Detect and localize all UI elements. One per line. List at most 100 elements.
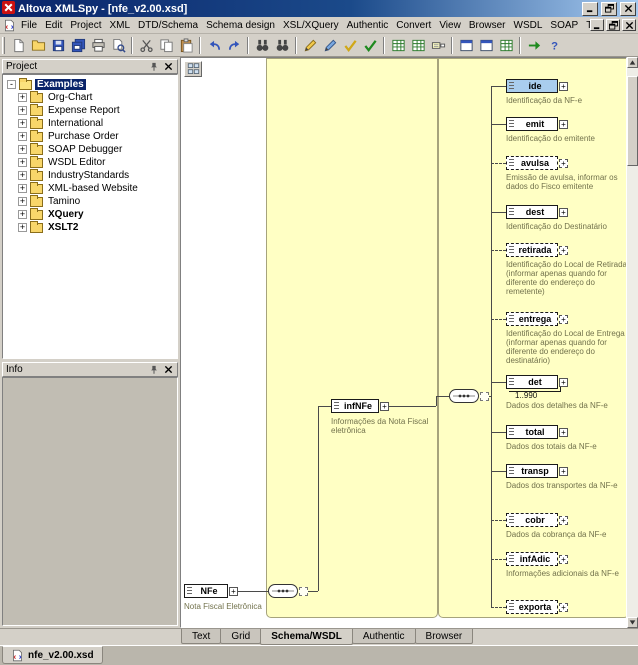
menu-project[interactable]: Project bbox=[66, 18, 105, 33]
info-panel-close-button[interactable] bbox=[162, 364, 174, 375]
menu-browser[interactable]: Browser bbox=[465, 18, 510, 33]
element-dest[interactable]: dest+ bbox=[506, 205, 558, 219]
expand-icon[interactable]: + bbox=[559, 555, 568, 564]
expander-icon[interactable]: - bbox=[7, 80, 16, 89]
expand-icon[interactable] bbox=[299, 587, 308, 596]
element-exporta[interactable]: exporta+ bbox=[506, 600, 558, 614]
project-item-xslt2[interactable]: +XSLT2 bbox=[3, 221, 177, 234]
project-item-expense-report[interactable]: +Expense Report bbox=[3, 104, 177, 117]
close-button[interactable] bbox=[620, 2, 636, 16]
element-emit[interactable]: emit+ bbox=[506, 117, 558, 131]
schema-design-button[interactable] bbox=[428, 35, 448, 55]
sequence-compositor[interactable] bbox=[449, 389, 479, 403]
view-tab-browser[interactable]: Browser bbox=[415, 629, 474, 644]
project-item-international[interactable]: +International bbox=[3, 117, 177, 130]
save-all-button[interactable] bbox=[68, 35, 88, 55]
project-item-xquery[interactable]: +XQuery bbox=[3, 208, 177, 221]
project-window-button[interactable] bbox=[456, 35, 476, 55]
expand-icon[interactable]: + bbox=[380, 402, 389, 411]
find-button[interactable] bbox=[252, 35, 272, 55]
grid-view-button[interactable] bbox=[388, 35, 408, 55]
expand-icon[interactable]: + bbox=[559, 159, 568, 168]
view-tab-authentic[interactable]: Authentic bbox=[352, 629, 416, 644]
print-button[interactable] bbox=[88, 35, 108, 55]
edit-pencil-button[interactable] bbox=[300, 35, 320, 55]
menu-convert[interactable]: Convert bbox=[392, 18, 435, 33]
expander-icon[interactable]: + bbox=[18, 145, 27, 154]
element-NFe[interactable]: NFe + bbox=[184, 584, 228, 598]
menu-edit[interactable]: Edit bbox=[41, 18, 66, 33]
restore-button[interactable] bbox=[601, 2, 617, 16]
expand-icon[interactable]: + bbox=[559, 378, 568, 387]
view-tab-text[interactable]: Text bbox=[181, 629, 221, 644]
redo-button[interactable] bbox=[224, 35, 244, 55]
schema-diagram[interactable]: NFe + Nota Fiscal Eletrônica infNFe + In… bbox=[180, 57, 627, 628]
find-next-button[interactable] bbox=[272, 35, 292, 55]
expand-icon[interactable]: + bbox=[559, 208, 568, 217]
project-item-industrystandards[interactable]: +IndustryStandards bbox=[3, 169, 177, 182]
vertical-scrollbar[interactable] bbox=[627, 57, 638, 628]
expand-icon[interactable]: + bbox=[559, 467, 568, 476]
expander-icon[interactable]: + bbox=[18, 132, 27, 141]
menu-wsdl[interactable]: WSDL bbox=[510, 18, 547, 33]
menu-soap[interactable]: SOAP bbox=[546, 18, 582, 33]
wellformed-check-button[interactable] bbox=[340, 35, 360, 55]
new-document-button[interactable] bbox=[8, 35, 28, 55]
insert-pencil-button[interactable] bbox=[320, 35, 340, 55]
expand-icon[interactable]: + bbox=[229, 587, 238, 596]
project-item-soap-debugger[interactable]: +SOAP Debugger bbox=[3, 143, 177, 156]
menu-dtd-schema[interactable]: DTD/Schema bbox=[134, 18, 202, 33]
entry-helpers-button[interactable] bbox=[496, 35, 516, 55]
expander-icon[interactable]: + bbox=[18, 210, 27, 219]
element-total[interactable]: total+ bbox=[506, 425, 558, 439]
element-ide[interactable]: ide+ bbox=[506, 79, 558, 93]
project-item-xml-based-website[interactable]: +XML-based Website bbox=[3, 182, 177, 195]
save-button[interactable] bbox=[48, 35, 68, 55]
expander-icon[interactable]: + bbox=[18, 223, 27, 232]
scrollbar-track[interactable] bbox=[627, 68, 638, 617]
menu-authentic[interactable]: Authentic bbox=[343, 18, 393, 33]
pin-icon[interactable] bbox=[148, 364, 160, 375]
pin-icon[interactable] bbox=[148, 61, 160, 72]
project-item-org-chart[interactable]: +Org-Chart bbox=[3, 91, 177, 104]
project-panel-close-button[interactable] bbox=[162, 61, 174, 72]
help-button[interactable]: ? bbox=[544, 35, 564, 55]
menu-schema-design[interactable]: Schema design bbox=[202, 18, 279, 33]
view-tab-grid[interactable]: Grid bbox=[220, 629, 261, 644]
element-det[interactable]: det+ bbox=[506, 375, 558, 389]
menu-xml[interactable]: XML bbox=[105, 18, 134, 33]
expand-icon[interactable]: + bbox=[559, 120, 568, 129]
element-cobr[interactable]: cobr+ bbox=[506, 513, 558, 527]
menu-file[interactable]: File bbox=[17, 18, 41, 33]
menu-tools[interactable]: Tools bbox=[582, 18, 590, 33]
scroll-up-button[interactable] bbox=[627, 57, 638, 68]
scroll-down-button[interactable] bbox=[627, 617, 638, 628]
element-retirada[interactable]: retirada+ bbox=[506, 243, 558, 257]
info-window-button[interactable] bbox=[476, 35, 496, 55]
expander-icon[interactable]: + bbox=[18, 184, 27, 193]
child-close-button[interactable] bbox=[622, 19, 636, 31]
expand-icon[interactable]: + bbox=[559, 428, 568, 437]
child-minimize-button[interactable] bbox=[590, 19, 604, 31]
expander-icon[interactable]: + bbox=[18, 119, 27, 128]
expander-icon[interactable]: + bbox=[18, 106, 27, 115]
expand-icon[interactable]: + bbox=[559, 82, 568, 91]
document-icon[interactable] bbox=[2, 19, 17, 32]
element-infAdic[interactable]: infAdic+ bbox=[506, 552, 558, 566]
document-tab-nfe-v2-00-xsd[interactable]: nfe_v2.00.xsd bbox=[2, 646, 103, 664]
menu-xsl-xquery[interactable]: XSL/XQuery bbox=[279, 18, 343, 33]
toolbar-grip[interactable] bbox=[2, 37, 5, 54]
menu-view[interactable]: View bbox=[435, 18, 465, 33]
view-tab-schema-wsdl[interactable]: Schema/WSDL bbox=[260, 629, 353, 645]
schema-overview-button[interactable] bbox=[184, 61, 202, 77]
undo-button[interactable] bbox=[204, 35, 224, 55]
expander-icon[interactable]: + bbox=[18, 197, 27, 206]
expander-icon[interactable]: + bbox=[18, 93, 27, 102]
expander-icon[interactable]: + bbox=[18, 171, 27, 180]
open-file-button[interactable] bbox=[28, 35, 48, 55]
expander-icon[interactable]: + bbox=[18, 158, 27, 167]
project-item-wsdl-editor[interactable]: +WSDL Editor bbox=[3, 156, 177, 169]
element-infNFe[interactable]: infNFe + bbox=[331, 399, 379, 413]
scrollbar-thumb[interactable] bbox=[627, 76, 638, 166]
element-avulsa[interactable]: avulsa+ bbox=[506, 156, 558, 170]
